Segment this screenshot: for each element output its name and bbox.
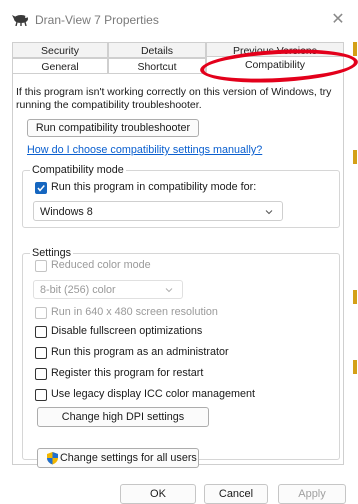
chevron-down-icon	[165, 288, 173, 293]
compat-mode-checkbox[interactable]	[35, 182, 47, 194]
compat-os-value: Windows 8	[40, 206, 93, 218]
color-depth-value: 8-bit (256) color	[40, 284, 116, 296]
disable-fullscreen-label: Disable fullscreen optimizations	[51, 325, 203, 337]
high-dpi-button[interactable]: Change high DPI settings	[37, 407, 209, 427]
manual-settings-link[interactable]: How do I choose compatibility settings m…	[27, 144, 262, 156]
color-depth-select[interactable]: 8-bit (256) color	[33, 280, 183, 299]
register-restart-label: Register this program for restart	[51, 367, 204, 379]
apply-button[interactable]: Apply	[278, 484, 346, 504]
resolution-640-label: Run in 640 x 480 screen resolution	[51, 306, 218, 318]
compat-mode-label: Run this program in compatibility mode f…	[51, 181, 257, 193]
disable-fullscreen-checkbox[interactable]	[35, 326, 47, 338]
settings-legend: Settings	[30, 247, 74, 259]
run-as-admin-checkbox[interactable]	[35, 347, 47, 359]
intro-text: If this program isn't working correctly …	[16, 86, 332, 111]
compat-os-select[interactable]: Windows 8	[33, 201, 283, 221]
cancel-button[interactable]: Cancel	[204, 484, 268, 504]
ok-button[interactable]: OK	[120, 484, 196, 504]
tab-details[interactable]: Details	[108, 42, 206, 58]
background-window-strip	[352, 0, 358, 504]
legacy-icc-label: Use legacy display ICC color management	[51, 388, 256, 400]
close-button[interactable]: ✕	[326, 9, 350, 31]
all-users-button[interactable]: Change settings for all users	[37, 448, 199, 468]
register-restart-checkbox[interactable]	[35, 368, 47, 380]
tab-shortcut[interactable]: Shortcut	[108, 58, 206, 74]
app-icon	[12, 15, 28, 26]
chevron-down-icon	[265, 210, 273, 215]
reduced-color-checkbox[interactable]	[35, 260, 47, 272]
all-users-label: Change settings for all users	[60, 452, 197, 464]
shield-icon	[47, 452, 58, 465]
run-as-admin-label: Run this program as an administrator	[51, 346, 229, 358]
compat-mode-legend: Compatibility mode	[30, 164, 126, 176]
run-troubleshooter-button[interactable]: Run compatibility troubleshooter	[27, 119, 199, 137]
resolution-640-checkbox[interactable]	[35, 307, 47, 319]
checkmark-icon	[37, 185, 45, 192]
legacy-icc-checkbox[interactable]	[35, 389, 47, 401]
title-bar: Dran-View 7 Properties ✕	[0, 0, 358, 36]
reduced-color-label: Reduced color mode	[51, 259, 151, 271]
window-title: Dran-View 7 Properties	[35, 13, 159, 27]
tab-general[interactable]: General	[12, 58, 108, 74]
tab-security[interactable]: Security	[12, 42, 108, 58]
